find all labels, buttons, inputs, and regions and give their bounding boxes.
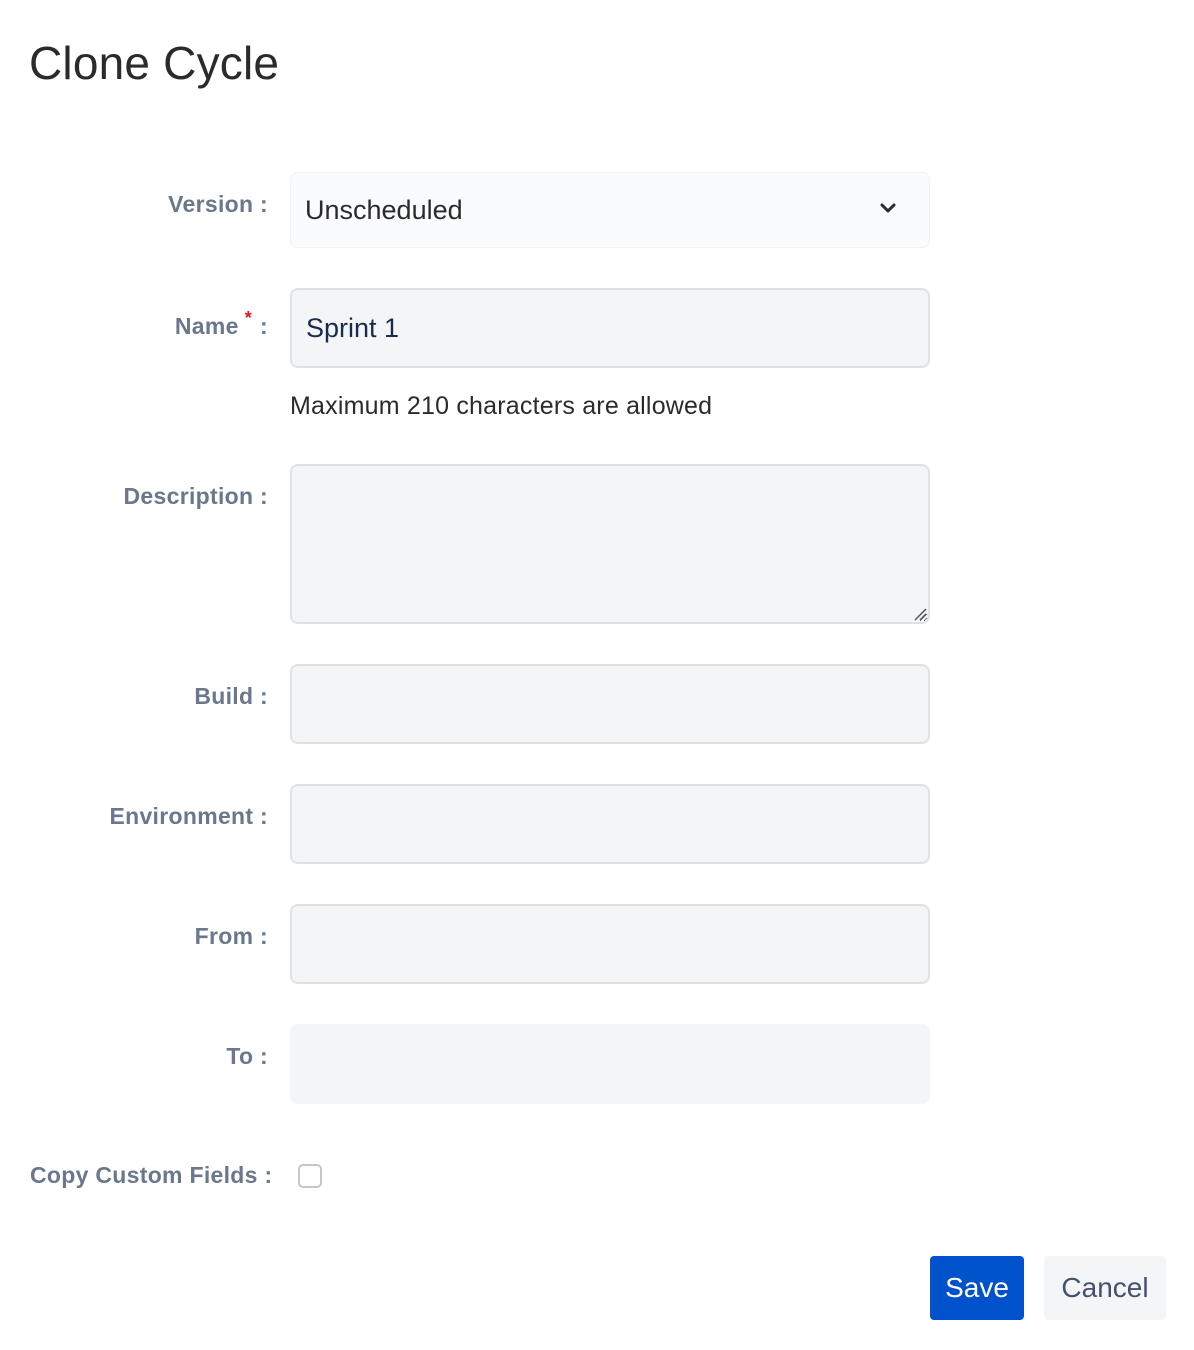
version-select[interactable]: Unscheduled [290, 172, 930, 248]
environment-label: Environment : [109, 803, 268, 829]
name-input[interactable] [290, 288, 930, 368]
version-selected-value: Unscheduled [305, 194, 463, 225]
copy-custom-fields-label: Copy Custom Fields : [30, 1162, 273, 1188]
environment-input[interactable] [290, 784, 930, 864]
chevron-down-icon [880, 203, 896, 213]
from-row: From : [0, 904, 1194, 984]
dialog-title: Clone Cycle [29, 37, 280, 89]
to-row: To : [0, 1024, 1194, 1104]
version-label: Version : [168, 191, 268, 217]
to-label: To : [226, 1043, 268, 1069]
name-row: Name *: [0, 288, 1194, 368]
name-label: Name *: [174, 308, 268, 340]
name-label-text: Name [174, 313, 239, 339]
copy-custom-fields-checkbox[interactable] [298, 1164, 322, 1188]
version-row: Version : Unscheduled [0, 172, 1194, 248]
save-button[interactable]: Save [930, 1256, 1024, 1320]
name-label-colon: : [260, 313, 268, 339]
clone-cycle-dialog: Clone Cycle Version : Unscheduled Name *:… [0, 0, 1194, 1350]
required-marker: * [244, 308, 253, 328]
description-wrapper [290, 464, 930, 624]
cancel-button[interactable]: Cancel [1044, 1256, 1166, 1320]
description-textarea[interactable] [290, 464, 930, 624]
from-date-input[interactable] [290, 904, 930, 984]
build-row: Build : [0, 664, 1194, 744]
build-label: Build : [194, 683, 268, 709]
from-label: From : [194, 923, 268, 949]
to-date-input[interactable] [290, 1024, 930, 1104]
description-label: Description : [123, 483, 268, 509]
build-input[interactable] [290, 664, 930, 744]
name-helper-text: Maximum 210 characters are allowed [290, 392, 713, 420]
environment-row: Environment : [0, 784, 1194, 864]
description-row: Description : [0, 464, 1194, 624]
